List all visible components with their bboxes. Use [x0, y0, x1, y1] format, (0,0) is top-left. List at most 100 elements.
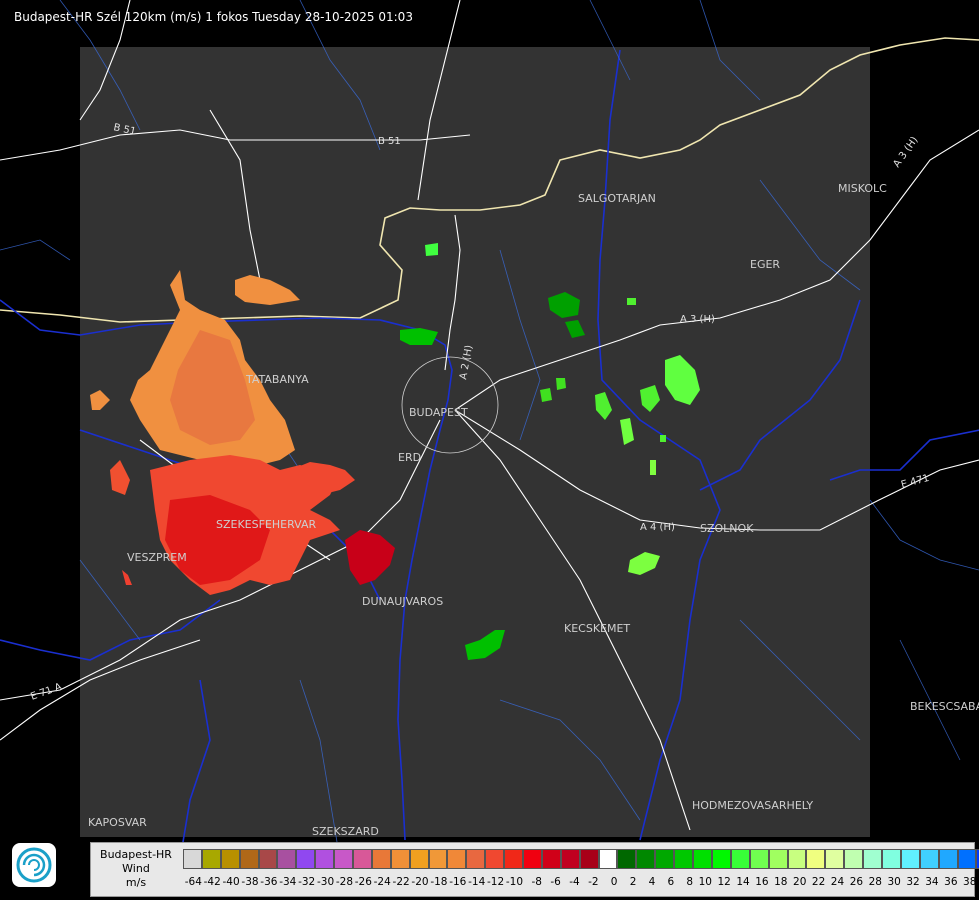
legend-tick-label: -32	[298, 876, 316, 888]
legend-tick-label: 34	[925, 876, 939, 888]
legend-tick-label: 4	[648, 876, 656, 888]
legend-tick-label: 30	[887, 876, 901, 888]
legend-swatch	[711, 849, 731, 869]
legend-tick-label: -16	[449, 876, 467, 888]
legend-swatch	[900, 849, 920, 869]
legend-swatch	[617, 849, 637, 869]
city-kecskemet: KECSKEMET	[564, 622, 630, 635]
legend-title: Budapest-HR Wind m/s	[93, 848, 179, 890]
legend-swatch	[409, 849, 429, 869]
legend-swatch	[749, 849, 769, 869]
legend-title-line1: Budapest-HR	[100, 848, 172, 861]
legend-swatch	[296, 849, 316, 869]
legend-tick-label: -42	[203, 876, 221, 888]
legend-title-line3: m/s	[125, 876, 147, 889]
legend-swatch	[447, 849, 467, 869]
legend-tick-label: 16	[755, 876, 769, 888]
legend-tick-label: 28	[868, 876, 882, 888]
legend-swatch	[541, 849, 561, 869]
legend-tick-label: 14	[736, 876, 750, 888]
legend-swatch	[239, 849, 259, 869]
legend-swatch	[844, 849, 864, 869]
legend-tick-label: -36	[260, 876, 278, 888]
city-erd: ERD	[398, 451, 421, 464]
legend-tick-label: 20	[793, 876, 807, 888]
legend-swatch	[390, 849, 410, 869]
legend-swatch	[277, 849, 297, 869]
legend-swatch	[579, 849, 599, 869]
legend-tick-label: -24	[373, 876, 391, 888]
legend-swatch	[825, 849, 845, 869]
legend-tick-label: -4	[569, 876, 580, 888]
road-label-a3-ne: A 3 (H)	[891, 135, 920, 170]
legend-tick-label: -12	[486, 876, 505, 888]
road-label-a3: A 3 (H)	[680, 314, 715, 325]
legend-tick-label: 10	[698, 876, 712, 888]
city-szekszard: SZEKSZARD	[312, 825, 379, 838]
legend-swatch	[636, 849, 656, 869]
legend-tick-label: 12	[717, 876, 731, 888]
legend-tick-label: 24	[830, 876, 845, 888]
legend-tick-label: -38	[241, 876, 259, 888]
legend-swatch	[523, 849, 542, 869]
map-title: Budapest-HR Szél 120km (m/s) 1 fokos Tue…	[14, 10, 413, 24]
city-eger: EGER	[750, 258, 780, 271]
legend-swatch	[863, 849, 882, 869]
legend-swatch	[693, 849, 712, 869]
legend-swatch	[485, 849, 505, 869]
legend-swatch	[806, 849, 826, 869]
city-dunaujvaros: DUNAUJVAROS	[362, 595, 443, 608]
legend-swatch	[938, 849, 958, 869]
legend-tick-label: 0	[610, 876, 618, 888]
legend-tick-label: 22	[811, 876, 826, 888]
legend-tick-label: -8	[531, 876, 542, 888]
legend-swatch	[183, 849, 202, 869]
road-label-a4: A 4 (H)	[640, 522, 675, 533]
radar-map[interactable]: SALGOTARJAN MISKOLC EGER TATABANYA BUDAP…	[0, 0, 979, 900]
road-label-e471: E 471	[900, 473, 930, 491]
legend-tick-label: -40	[222, 876, 240, 888]
legend-swatch	[957, 849, 977, 869]
legend-swatch	[371, 849, 391, 869]
city-miskolc: MISKOLC	[838, 182, 887, 195]
legend-tick-label: 6	[667, 876, 675, 888]
legend-tick-label: -34	[279, 876, 297, 888]
legend-swatch	[768, 849, 788, 869]
legend-ticks: -64 -42 -40 -38 -36 -34 -32 -30 -28 -26 -24 -22 -20-…	[183, 876, 979, 890]
legend-swatch	[315, 849, 335, 869]
legend-swatch	[428, 849, 448, 869]
legend-swatch	[560, 849, 580, 869]
legend-swatch	[787, 849, 807, 869]
legend-tick-label: 32	[906, 876, 920, 888]
legend-tick-label: -2	[588, 876, 599, 888]
legend-swatch	[353, 849, 372, 869]
legend-color-bar	[183, 849, 979, 869]
legend-swatch	[201, 849, 221, 869]
road-label-b51-north: B 51	[378, 136, 401, 147]
legend-swatch	[730, 849, 750, 869]
legend-tick-label: -6	[550, 876, 561, 888]
legend-tick-label: 36	[944, 876, 958, 888]
legend-swatch	[655, 849, 675, 869]
legend-swatch	[334, 849, 354, 869]
legend-tick-label: -18	[430, 876, 448, 888]
city-kaposvar: KAPOSVAR	[88, 816, 147, 829]
legend-tick-label: -64	[184, 876, 202, 888]
legend-swatch	[220, 849, 240, 869]
legend-tick-label: -26	[354, 876, 372, 888]
legend-tick-label: -10	[505, 876, 524, 888]
legend-swatch	[466, 849, 486, 869]
city-szolnok: SZOLNOK	[700, 522, 754, 535]
city-salgotarjan: SALGOTARJAN	[578, 192, 656, 205]
logo-icon	[12, 843, 56, 887]
legend-tick-label: 2	[629, 876, 637, 888]
legend-tick-label: -28	[335, 876, 354, 888]
legend-tick-label: -22	[392, 876, 410, 888]
legend-swatch	[258, 849, 278, 869]
legend-tick-label: -30	[316, 876, 335, 888]
city-bekescsaba: BEKESCSABA	[910, 700, 979, 713]
legend-tick-label: -20	[411, 876, 429, 888]
legend-tick-label: 38	[963, 876, 977, 888]
legend-tick-label: 18	[774, 876, 788, 888]
city-veszprem: VESZPREM	[127, 551, 187, 564]
